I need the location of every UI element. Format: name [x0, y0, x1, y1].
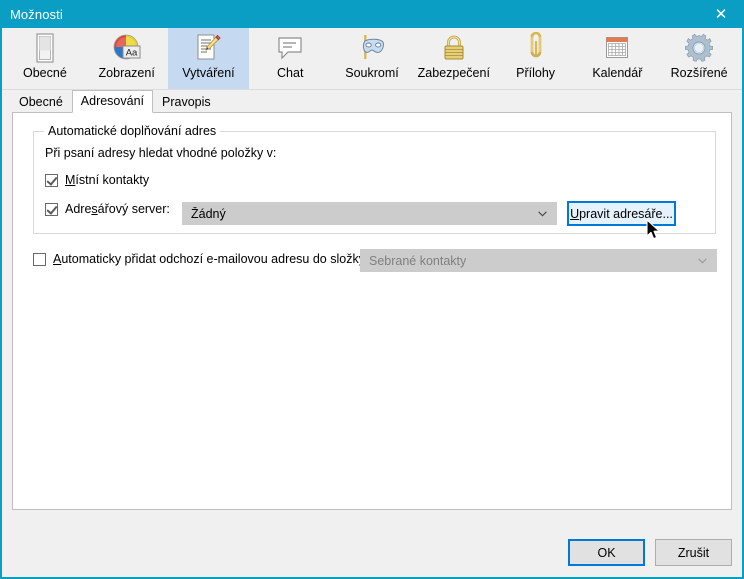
- local-contacts-accel: M: [65, 173, 76, 187]
- toolbar-item-vytvareni[interactable]: Vytváření: [167, 28, 250, 89]
- tab-strip: Obecné Adresování Pravopis: [2, 90, 742, 113]
- toolbar-item-label: Obecné: [23, 66, 67, 80]
- autocomplete-hint: Při psaní adresy hledat vhodné položky v…: [45, 146, 277, 160]
- options-dialog: Možnosti ✕ Obecné Aa Zobrazení Vytváření…: [0, 0, 744, 579]
- document-pencil-icon: [192, 31, 224, 65]
- toolbar-item-label: Zabezpečení: [417, 66, 490, 80]
- close-icon[interactable]: ✕: [698, 0, 744, 28]
- edit-directories-label-rest: pravit adresáře...: [579, 206, 673, 221]
- cancel-button[interactable]: Zrušit: [655, 539, 732, 566]
- speech-bubble-icon: [274, 31, 306, 65]
- toolbar-item-label: Přílohy: [516, 66, 556, 80]
- toolbar-item-label: Kalendář: [592, 66, 643, 80]
- tab-adresovani[interactable]: Adresování: [71, 90, 154, 113]
- chevron-down-icon: [538, 210, 547, 217]
- ok-button[interactable]: OK: [568, 539, 645, 566]
- general-window-icon: [30, 31, 60, 65]
- toolbar-item-label: Zobrazení: [98, 66, 155, 80]
- local-contacts-checkbox[interactable]: [45, 173, 58, 187]
- directory-server-combobox[interactable]: Žádný: [182, 202, 557, 225]
- window-title: Možnosti: [10, 6, 63, 22]
- chevron-down-icon: [698, 257, 707, 264]
- auto-add-folder-combobox[interactable]: Sebrané kontakty: [360, 249, 717, 272]
- directory-server-value: Žádný: [191, 206, 226, 221]
- edit-directories-button[interactable]: Upravit adresáře...: [567, 201, 676, 226]
- tab-obecne[interactable]: Obecné: [10, 91, 72, 113]
- toolbar-item-zabezpeceni[interactable]: Zabezpečení: [413, 28, 495, 89]
- local-contacts-label-rest: ístní kontakty: [75, 173, 150, 187]
- gear-icon: [683, 31, 715, 65]
- toolbar-item-rozsirene[interactable]: Rozšířené: [658, 28, 740, 89]
- calendar-icon: [601, 31, 633, 65]
- toolbar-item-label: Vytváření: [182, 66, 235, 80]
- edit-directories-label: Upravit adresáře...: [570, 207, 673, 221]
- toolbar-item-label: Chat: [277, 66, 304, 80]
- toolbar-item-label: Soukromí: [345, 66, 399, 80]
- toolbar-item-zobrazeni[interactable]: Aa Zobrazení: [86, 28, 168, 89]
- auto-add-checkbox[interactable]: [33, 252, 46, 266]
- padlock-icon: [438, 31, 470, 65]
- directory-server-label-rest: ářový server:: [97, 202, 170, 216]
- directory-server-label: Adresářový server:: [65, 202, 170, 216]
- toolbar-item-label: Rozšířené: [670, 66, 728, 80]
- local-contacts-label: Místní kontakty: [65, 173, 149, 187]
- auto-add-label: Automaticky přidat odchozí e-mailovou ad…: [53, 252, 368, 266]
- color-wheel-aa-icon: Aa: [111, 31, 143, 65]
- tab-page-adresovani: Automatické doplňování adres Při psaní a…: [12, 112, 732, 510]
- toolbar-item-prilohy[interactable]: Přílohy: [495, 28, 577, 89]
- title-bar: Možnosti ✕: [0, 0, 744, 28]
- directory-server-label-pre: Adre: [65, 202, 92, 216]
- ok-button-label: OK: [597, 545, 616, 560]
- svg-text:Aa: Aa: [125, 48, 137, 59]
- category-toolbar: Obecné Aa Zobrazení Vytváření Chat Soukr…: [2, 28, 742, 90]
- auto-add-folder-value: Sebrané kontakty: [369, 253, 467, 268]
- toolbar-item-kalendar[interactable]: Kalendář: [576, 28, 658, 89]
- local-contacts-row[interactable]: Místní kontakty: [45, 173, 149, 187]
- toolbar-item-soukromi[interactable]: Soukromí: [331, 28, 413, 89]
- auto-add-label-rest: utomaticky přidat odchozí e-mailovou adr…: [61, 252, 369, 266]
- toolbar-item-obecne[interactable]: Obecné: [4, 28, 86, 89]
- groupbox-title: Automatické doplňování adres: [44, 124, 221, 138]
- toolbar-item-chat[interactable]: Chat: [249, 28, 331, 89]
- tab-pravopis[interactable]: Pravopis: [153, 91, 220, 113]
- auto-add-row[interactable]: Automaticky přidat odchozí e-mailovou ad…: [33, 252, 368, 266]
- paperclip-icon: [520, 31, 552, 65]
- directory-server-checkbox[interactable]: [45, 202, 58, 216]
- autocomplete-groupbox: Automatické doplňování adres Při psaní a…: [33, 124, 716, 234]
- mask-icon: [356, 31, 388, 65]
- directory-server-row[interactable]: Adresářový server:: [45, 202, 170, 216]
- cancel-button-label: Zrušit: [677, 545, 710, 560]
- edit-directories-accel: U: [570, 206, 580, 221]
